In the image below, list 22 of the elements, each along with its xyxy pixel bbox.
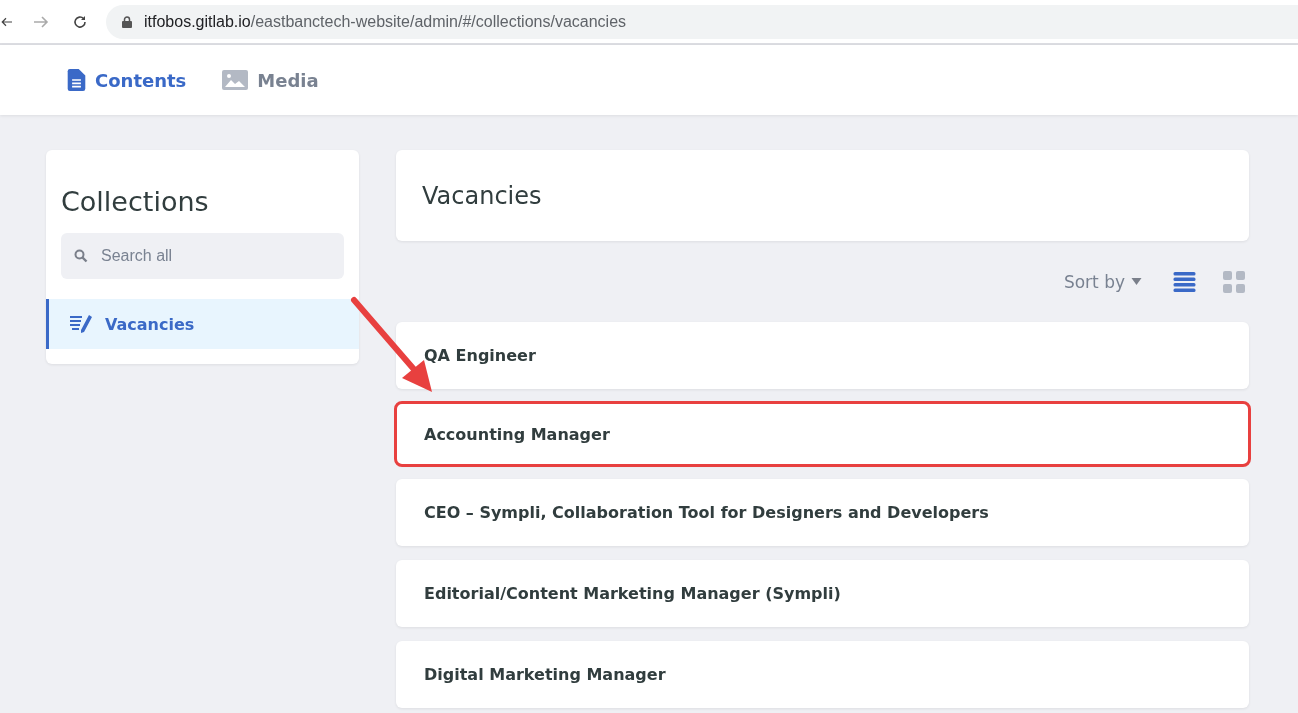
search-field[interactable]: Search all	[61, 233, 344, 279]
lock-icon	[122, 15, 132, 28]
document-icon	[67, 69, 86, 91]
search-icon	[74, 249, 88, 263]
entry-card[interactable]: Accounting Manager	[396, 403, 1249, 465]
image-icon	[222, 70, 249, 90]
sidebar-title: Collections	[61, 186, 210, 217]
nav-tab[interactable]: Media	[222, 69, 319, 91]
url-path: /eastbanctech-website/admin/#/collections/vacancies	[250, 12, 627, 30]
caret-icon	[1131, 278, 1142, 285]
address-bar[interactable]: itfobos.gitlab.io/eastbanctech-website/admin/#/collections/vacancies	[106, 4, 1298, 39]
entry-card[interactable]: CEO – Sympli, Collaboration Tool for Designers and Developers	[396, 479, 1249, 546]
url-host: itfobos.gitlab.io	[144, 12, 251, 30]
reload-icon[interactable]	[72, 13, 88, 30]
nav-tab[interactable]: Contents	[67, 69, 187, 91]
entry-card[interactable]: Digital Marketing Manager	[396, 641, 1249, 708]
entry-card[interactable]: Editorial/Content Marketing Manager (Sympli)	[396, 560, 1249, 627]
edit-list-icon	[69, 314, 93, 334]
collection-item[interactable]: Vacancies	[46, 299, 359, 349]
entry-card[interactable]: QA Engineer	[396, 322, 1249, 389]
collection-title: Vacancies	[422, 181, 542, 210]
list-view-icon[interactable]	[1173, 271, 1196, 292]
